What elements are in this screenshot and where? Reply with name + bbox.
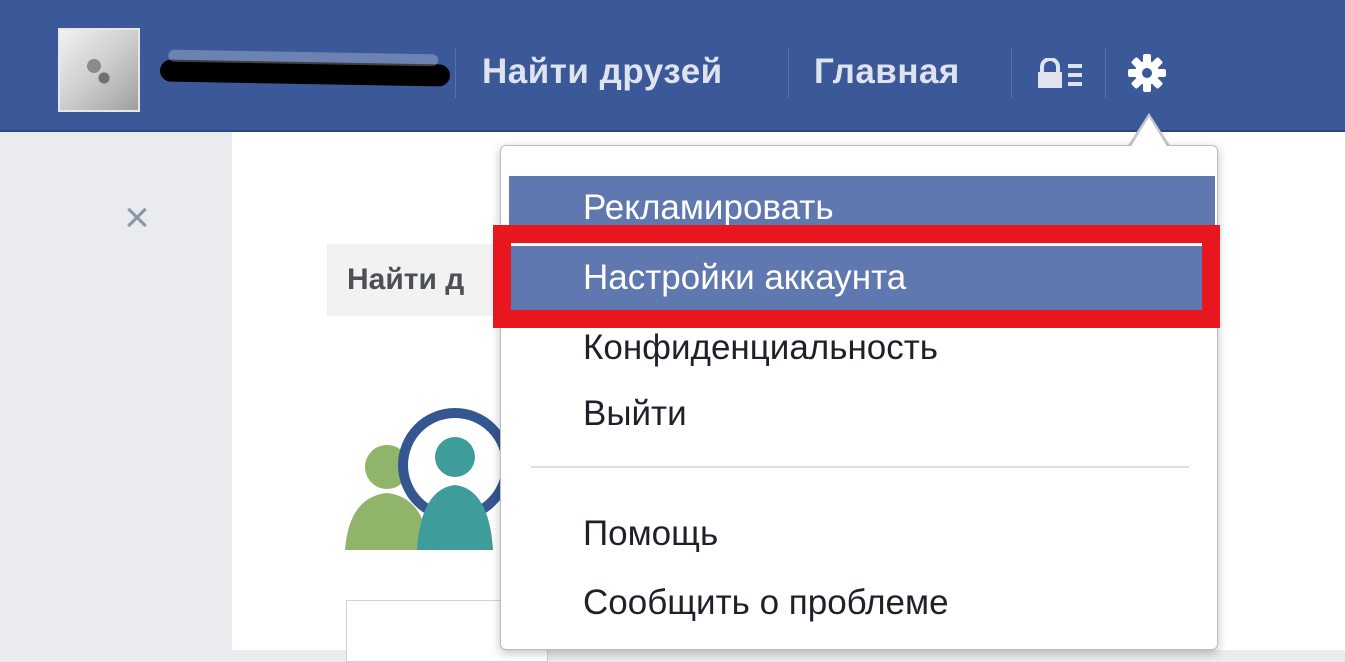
menu-item-help[interactable]: Помощь [509, 502, 1215, 566]
lock-icon[interactable] [1036, 58, 1084, 90]
menu-item-report-problem[interactable]: Сообщить о проблеме [509, 571, 1215, 635]
divider [455, 48, 456, 98]
divider [1011, 48, 1012, 98]
menu-item-account-settings[interactable]: Настройки аккаунта [509, 246, 1215, 310]
menu-item-logout[interactable]: Выйти [509, 382, 1215, 446]
menu-caret-fill [1130, 117, 1168, 148]
gear-icon[interactable] [1126, 52, 1168, 94]
close-icon[interactable]: × [118, 196, 156, 240]
divider [788, 48, 789, 98]
friends-illustration [345, 408, 512, 550]
avatar[interactable] [58, 28, 140, 112]
home-link[interactable]: Главная [814, 52, 960, 92]
redacted-username[interactable] [159, 59, 451, 87]
divider [1105, 48, 1106, 98]
menu-divider [531, 466, 1189, 468]
menu-item-advertise[interactable]: Рекламировать [509, 176, 1215, 240]
settings-dropdown-menu: Рекламировать Настройки аккаунта Конфиде… [500, 145, 1218, 650]
menu-item-privacy[interactable]: Конфиденциальность [509, 316, 1215, 380]
find-friends-link[interactable]: Найти друзей [482, 52, 723, 92]
